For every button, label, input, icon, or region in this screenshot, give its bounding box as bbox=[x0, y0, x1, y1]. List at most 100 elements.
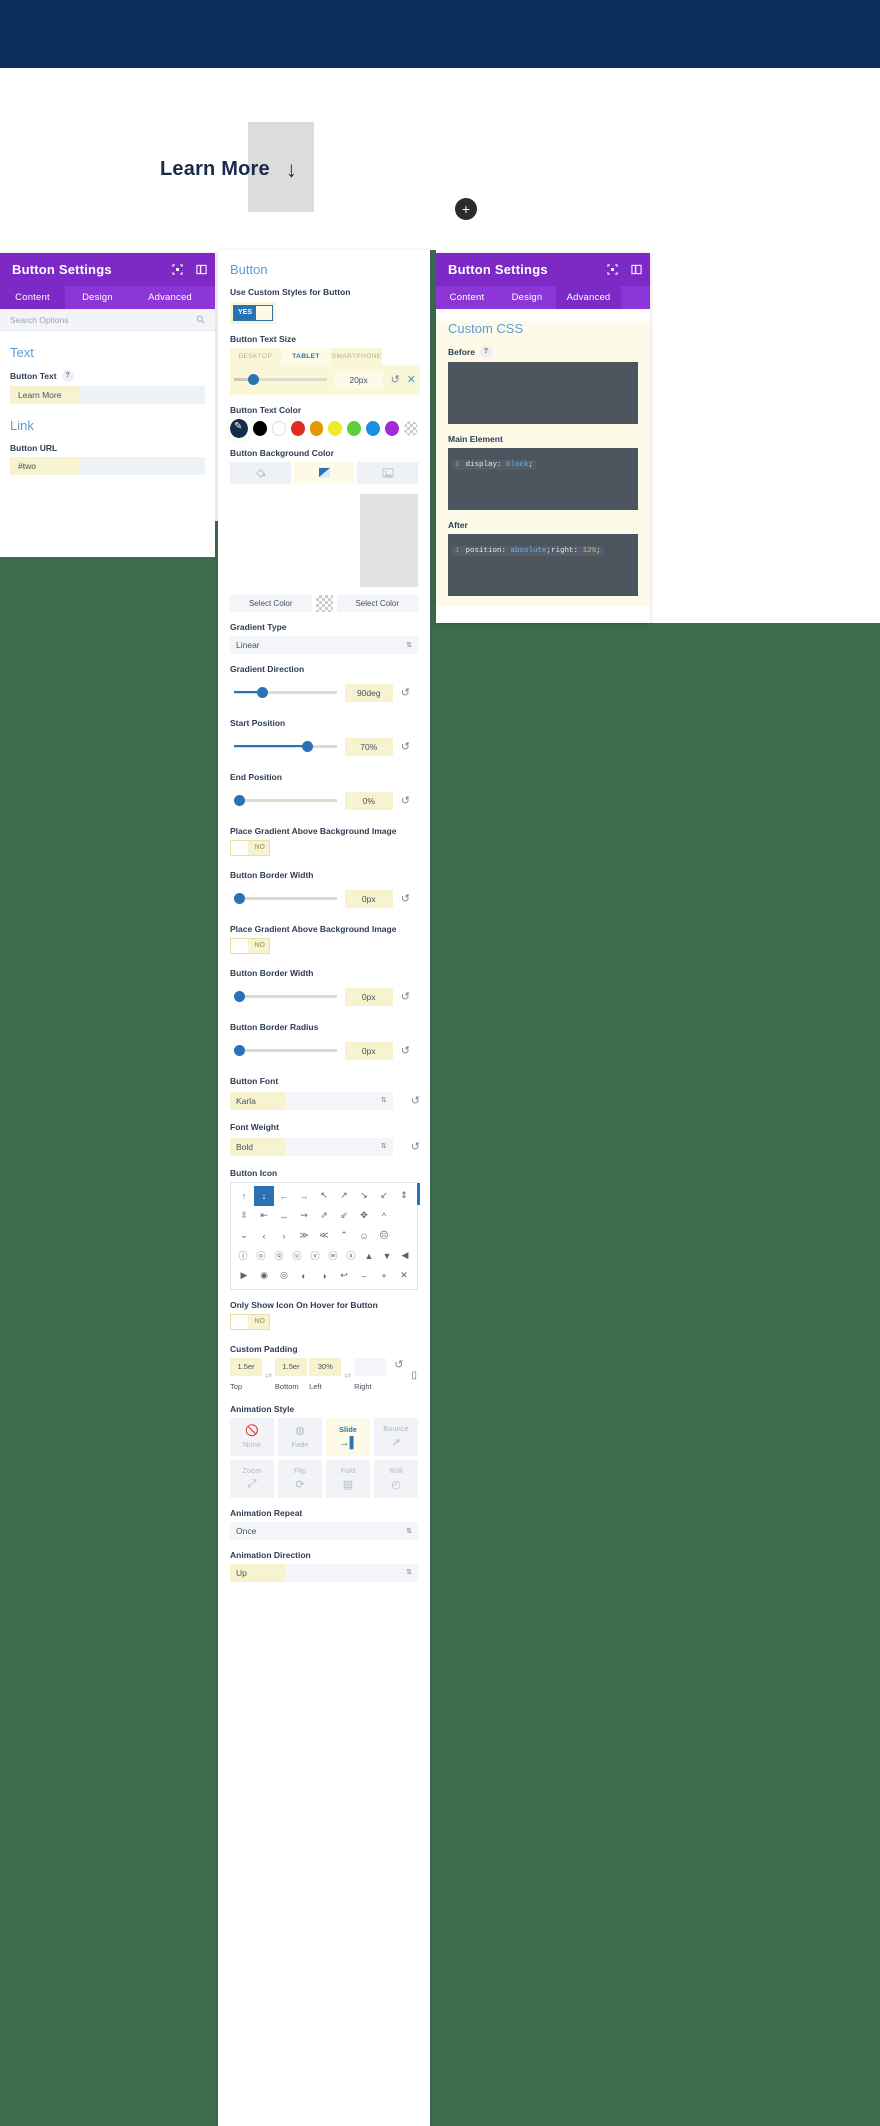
expand-icon[interactable] bbox=[172, 264, 183, 275]
tab-advanced[interactable]: Advanced bbox=[130, 286, 210, 309]
button-text-input[interactable]: Learn More bbox=[10, 386, 205, 404]
icon-caret-down[interactable]: ⌄ bbox=[234, 1226, 254, 1246]
animation-direction-select[interactable]: Up ⇅ bbox=[230, 1563, 418, 1582]
before-code-editor[interactable] bbox=[448, 362, 638, 424]
padding-bottom-value[interactable]: 1.5er bbox=[274, 1357, 308, 1376]
border-width-track-2[interactable] bbox=[234, 991, 337, 1002]
icon-circle-u[interactable]: ⓤ bbox=[288, 1246, 306, 1266]
icon-circle-x[interactable]: ⓧ bbox=[342, 1246, 360, 1266]
anim-bounce[interactable]: Bounce ↗ bbox=[374, 1417, 418, 1456]
icon-arrow-downright[interactable]: ↘ bbox=[354, 1186, 374, 1206]
border-width-value-2[interactable]: 0px bbox=[344, 987, 393, 1006]
sidebar-layout-icon-right[interactable] bbox=[631, 264, 642, 275]
color-picker-icon[interactable] bbox=[227, 415, 251, 441]
start-position-track[interactable] bbox=[234, 741, 337, 752]
place-gradient-toggle-1[interactable]: NO bbox=[230, 839, 270, 856]
tab-content-right[interactable]: Content bbox=[436, 286, 498, 309]
icon-left-right[interactable]: ↔ bbox=[274, 1206, 294, 1226]
icon-angle-right[interactable]: › bbox=[274, 1226, 294, 1246]
image-icon[interactable] bbox=[357, 461, 419, 484]
icon-arrow-upleft[interactable]: ↖ bbox=[314, 1186, 334, 1206]
after-code-editor[interactable]: 1 position: absolute;right: 12%; bbox=[448, 534, 638, 596]
gradient-icon[interactable] bbox=[293, 461, 355, 484]
help-icon[interactable]: ? bbox=[61, 370, 74, 382]
icon-circle-w[interactable]: ⓦ bbox=[324, 1246, 342, 1266]
icon-expand-sw[interactable]: ⇙ bbox=[334, 1206, 354, 1226]
padding-top-value[interactable]: 1.5er bbox=[230, 1357, 263, 1376]
border-width-value-1[interactable]: 0px bbox=[344, 889, 393, 908]
icon-chevron-up[interactable]: ⌃ bbox=[334, 1226, 354, 1246]
icon-circle-half-right[interactable]: ◑ bbox=[314, 1266, 334, 1286]
undo-icon-border-width-1[interactable]: ↺ bbox=[401, 892, 410, 905]
help-icon-before[interactable]: ? bbox=[479, 346, 492, 358]
icon-circle-ring[interactable]: ◎ bbox=[274, 1266, 294, 1286]
swatch-transparent[interactable] bbox=[404, 420, 419, 436]
swatch-yellow[interactable] bbox=[328, 420, 343, 436]
gradient-direction-value[interactable]: 90deg bbox=[344, 683, 393, 702]
place-gradient-toggle-2[interactable]: NO bbox=[230, 937, 270, 954]
undo-icon-font-weight[interactable]: ↺ bbox=[411, 1140, 420, 1153]
anim-flip[interactable]: Flip ⟳ bbox=[278, 1459, 322, 1498]
fill-icon[interactable] bbox=[230, 461, 291, 484]
icon-circle-filled[interactable]: ◉ bbox=[254, 1266, 274, 1286]
select-color-left-button[interactable]: Select Color bbox=[230, 594, 312, 612]
icon-vert-arrows[interactable]: ⇳ bbox=[234, 1206, 254, 1226]
font-weight-select[interactable]: Bold ⇅ bbox=[230, 1137, 393, 1156]
icon-triangle-right[interactable]: ▶ bbox=[234, 1266, 254, 1286]
icon-double-right[interactable]: ≫ bbox=[294, 1226, 314, 1246]
tab-advanced-right[interactable]: Advanced bbox=[556, 286, 621, 309]
border-radius-value[interactable]: 0px bbox=[344, 1041, 393, 1060]
end-position-track[interactable] bbox=[234, 795, 337, 806]
anim-fold[interactable]: Fold ▤ bbox=[326, 1459, 370, 1498]
icon-caret-up[interactable]: ^ bbox=[374, 1206, 394, 1226]
button-font-select[interactable]: Karla ⇅ bbox=[230, 1091, 393, 1110]
icon-times[interactable]: ✕ bbox=[394, 1266, 414, 1286]
gradient-direction-track[interactable] bbox=[234, 687, 337, 698]
undo-icon-button-font[interactable]: ↺ bbox=[411, 1094, 420, 1107]
padding-right-value[interactable] bbox=[354, 1357, 387, 1376]
icon-move[interactable]: ✥ bbox=[354, 1206, 374, 1226]
icon-arrow-updown[interactable]: ⇕ bbox=[394, 1186, 414, 1206]
select-color-right-button[interactable]: Select Color bbox=[336, 594, 418, 612]
icon-arrow-downleft[interactable]: ↙ bbox=[374, 1186, 394, 1206]
undo-icon-gradient-direction[interactable]: ↺ bbox=[401, 686, 410, 699]
border-radius-track[interactable] bbox=[234, 1045, 337, 1056]
custom-styles-toggle-wrap[interactable]: YES bbox=[230, 301, 276, 324]
swatch-blue[interactable] bbox=[366, 420, 381, 436]
add-module-button[interactable]: + bbox=[455, 198, 477, 220]
icon-return[interactable]: ↩ bbox=[334, 1266, 354, 1286]
anim-zoom[interactable]: Zoom ⤢ bbox=[230, 1459, 274, 1498]
icon-expand-ne[interactable]: ⇗ bbox=[314, 1206, 334, 1226]
tab-design[interactable]: Design bbox=[65, 286, 130, 309]
icon-frown[interactable]: ☹ bbox=[374, 1226, 394, 1246]
icon-arrow-left[interactable]: ← bbox=[274, 1186, 294, 1206]
link-values-icon-2[interactable]: ⇄ bbox=[343, 1371, 352, 1380]
icon-circle-q[interactable]: ⓠ bbox=[270, 1246, 288, 1266]
icon-smiley[interactable]: ☺ bbox=[354, 1226, 374, 1246]
icon-arrow-upright[interactable]: ↗ bbox=[334, 1186, 354, 1206]
anim-roll[interactable]: Roll ◴ bbox=[374, 1459, 418, 1498]
anim-slide[interactable]: Slide →▌ bbox=[326, 1417, 370, 1456]
icon-circle-v[interactable]: ⓥ bbox=[306, 1246, 324, 1266]
close-icon[interactable]: ✕ bbox=[407, 373, 416, 386]
resp-tab-desktop[interactable]: DESKTOP bbox=[230, 348, 281, 365]
gradient-preview-swatch[interactable] bbox=[360, 493, 418, 587]
swatch-black[interactable] bbox=[252, 420, 267, 436]
swatch-purple[interactable] bbox=[385, 420, 400, 436]
icon-plus[interactable]: + bbox=[374, 1266, 394, 1286]
icon-angle-left[interactable]: ‹ bbox=[254, 1226, 274, 1246]
search-options-row[interactable]: Search Options bbox=[0, 309, 215, 331]
end-position-value[interactable]: 0% bbox=[344, 791, 393, 810]
expand-icon-right[interactable] bbox=[607, 264, 618, 275]
resp-tab-smartphone[interactable]: SMARTPHONE bbox=[331, 348, 382, 365]
tab-content[interactable]: Content bbox=[0, 286, 65, 309]
link-values-icon[interactable]: ⇄ bbox=[264, 1371, 273, 1380]
icon-arrow-down[interactable]: ↓ bbox=[254, 1185, 274, 1206]
border-width-track-1[interactable] bbox=[234, 893, 337, 904]
undo-icon[interactable]: ↺ bbox=[391, 373, 400, 386]
tab-design-right[interactable]: Design bbox=[498, 286, 556, 309]
text-size-track[interactable] bbox=[234, 374, 327, 385]
icon-triangle-up[interactable]: ▲ bbox=[360, 1246, 378, 1266]
icon-squiggle-right[interactable]: ⇝ bbox=[294, 1206, 314, 1226]
anim-none[interactable]: 🚫 None bbox=[230, 1417, 274, 1456]
